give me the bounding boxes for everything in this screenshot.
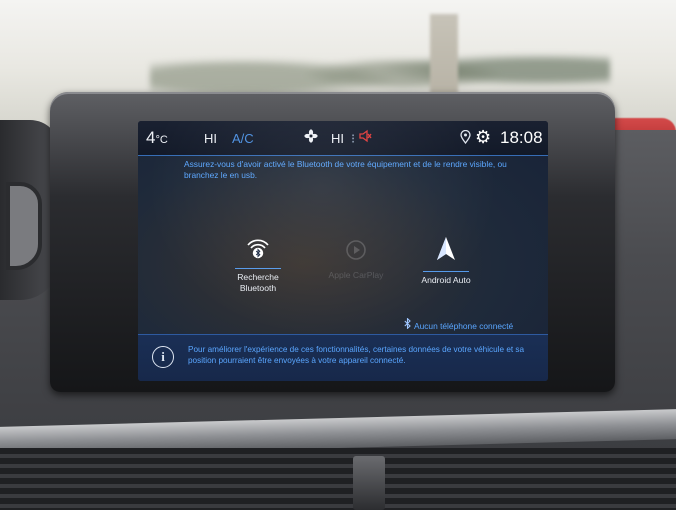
fan-level-right[interactable]: HI: [331, 131, 344, 146]
bluetooth-search-icon: [212, 237, 304, 262]
temperature-readout[interactable]: 4°C: [146, 128, 168, 148]
clock: 18:08: [500, 128, 543, 147]
background-building: [430, 14, 458, 94]
speaker-mute-graphic: [359, 129, 372, 143]
infotainment-screen: 4°C HI A/C HI ⁝ ⚙ 18:08 Assurez-vous d'a…: [138, 121, 548, 381]
side-mirror: [6, 182, 42, 270]
bluetooth-search-button[interactable]: Recherche Bluetooth: [212, 237, 304, 294]
separator-dots: ⁝: [351, 131, 356, 146]
carplay-play-graphic: [346, 240, 366, 260]
gear-icon[interactable]: ⚙: [475, 127, 491, 148]
apple-carplay-button[interactable]: Apple CarPlay: [310, 239, 402, 281]
header-divider: [138, 155, 548, 156]
android-auto-icon: [400, 236, 492, 265]
android-auto-graphic: [437, 237, 455, 260]
phone-status-text: Aucun téléphone connecté: [414, 321, 514, 331]
carplay-label: Apple CarPlay: [328, 270, 384, 280]
android-auto-label: Android Auto: [421, 275, 471, 285]
carplay-play-icon: [310, 239, 402, 264]
bluetooth-label-line1: Recherche: [237, 272, 279, 282]
bluetooth-small-graphic: [404, 317, 411, 330]
info-icon[interactable]: i: [152, 346, 174, 368]
ac-label[interactable]: A/C: [232, 131, 254, 146]
speaker-mute-icon[interactable]: [358, 129, 372, 147]
bluetooth-label-line2: Bluetooth: [239, 283, 277, 293]
connection-instructions: Assurez-vous d'avoir activé le Bluetooth…: [184, 159, 507, 180]
fan-icon-graphic: [304, 129, 318, 143]
phone-connection-status: Aucun téléphone connecté: [404, 317, 514, 331]
bluetooth-search-graphic: [247, 239, 269, 259]
vent-knob: [353, 456, 385, 510]
android-underline: [423, 271, 469, 272]
bluetooth-underline: [235, 268, 281, 269]
bluetooth-icon: [404, 317, 411, 331]
car-dashboard-photo: 4°C HI A/C HI ⁝ ⚙ 18:08 Assurez-vous d'a…: [0, 0, 676, 510]
fan-level-left[interactable]: HI: [204, 131, 217, 146]
info-banner-text: Pour améliorer l'expérience de ces fonct…: [188, 345, 525, 365]
android-auto-button[interactable]: Android Auto: [400, 236, 492, 286]
location-pin-graphic: [460, 129, 471, 145]
status-bar: 4°C HI A/C HI ⁝ ⚙ 18:08: [138, 121, 548, 155]
location-pin-icon[interactable]: [460, 129, 471, 147]
air-vents: [0, 448, 676, 510]
info-banner: i Pour améliorer l'expérience de ces fon…: [138, 334, 548, 381]
fan-icon[interactable]: [304, 129, 318, 148]
